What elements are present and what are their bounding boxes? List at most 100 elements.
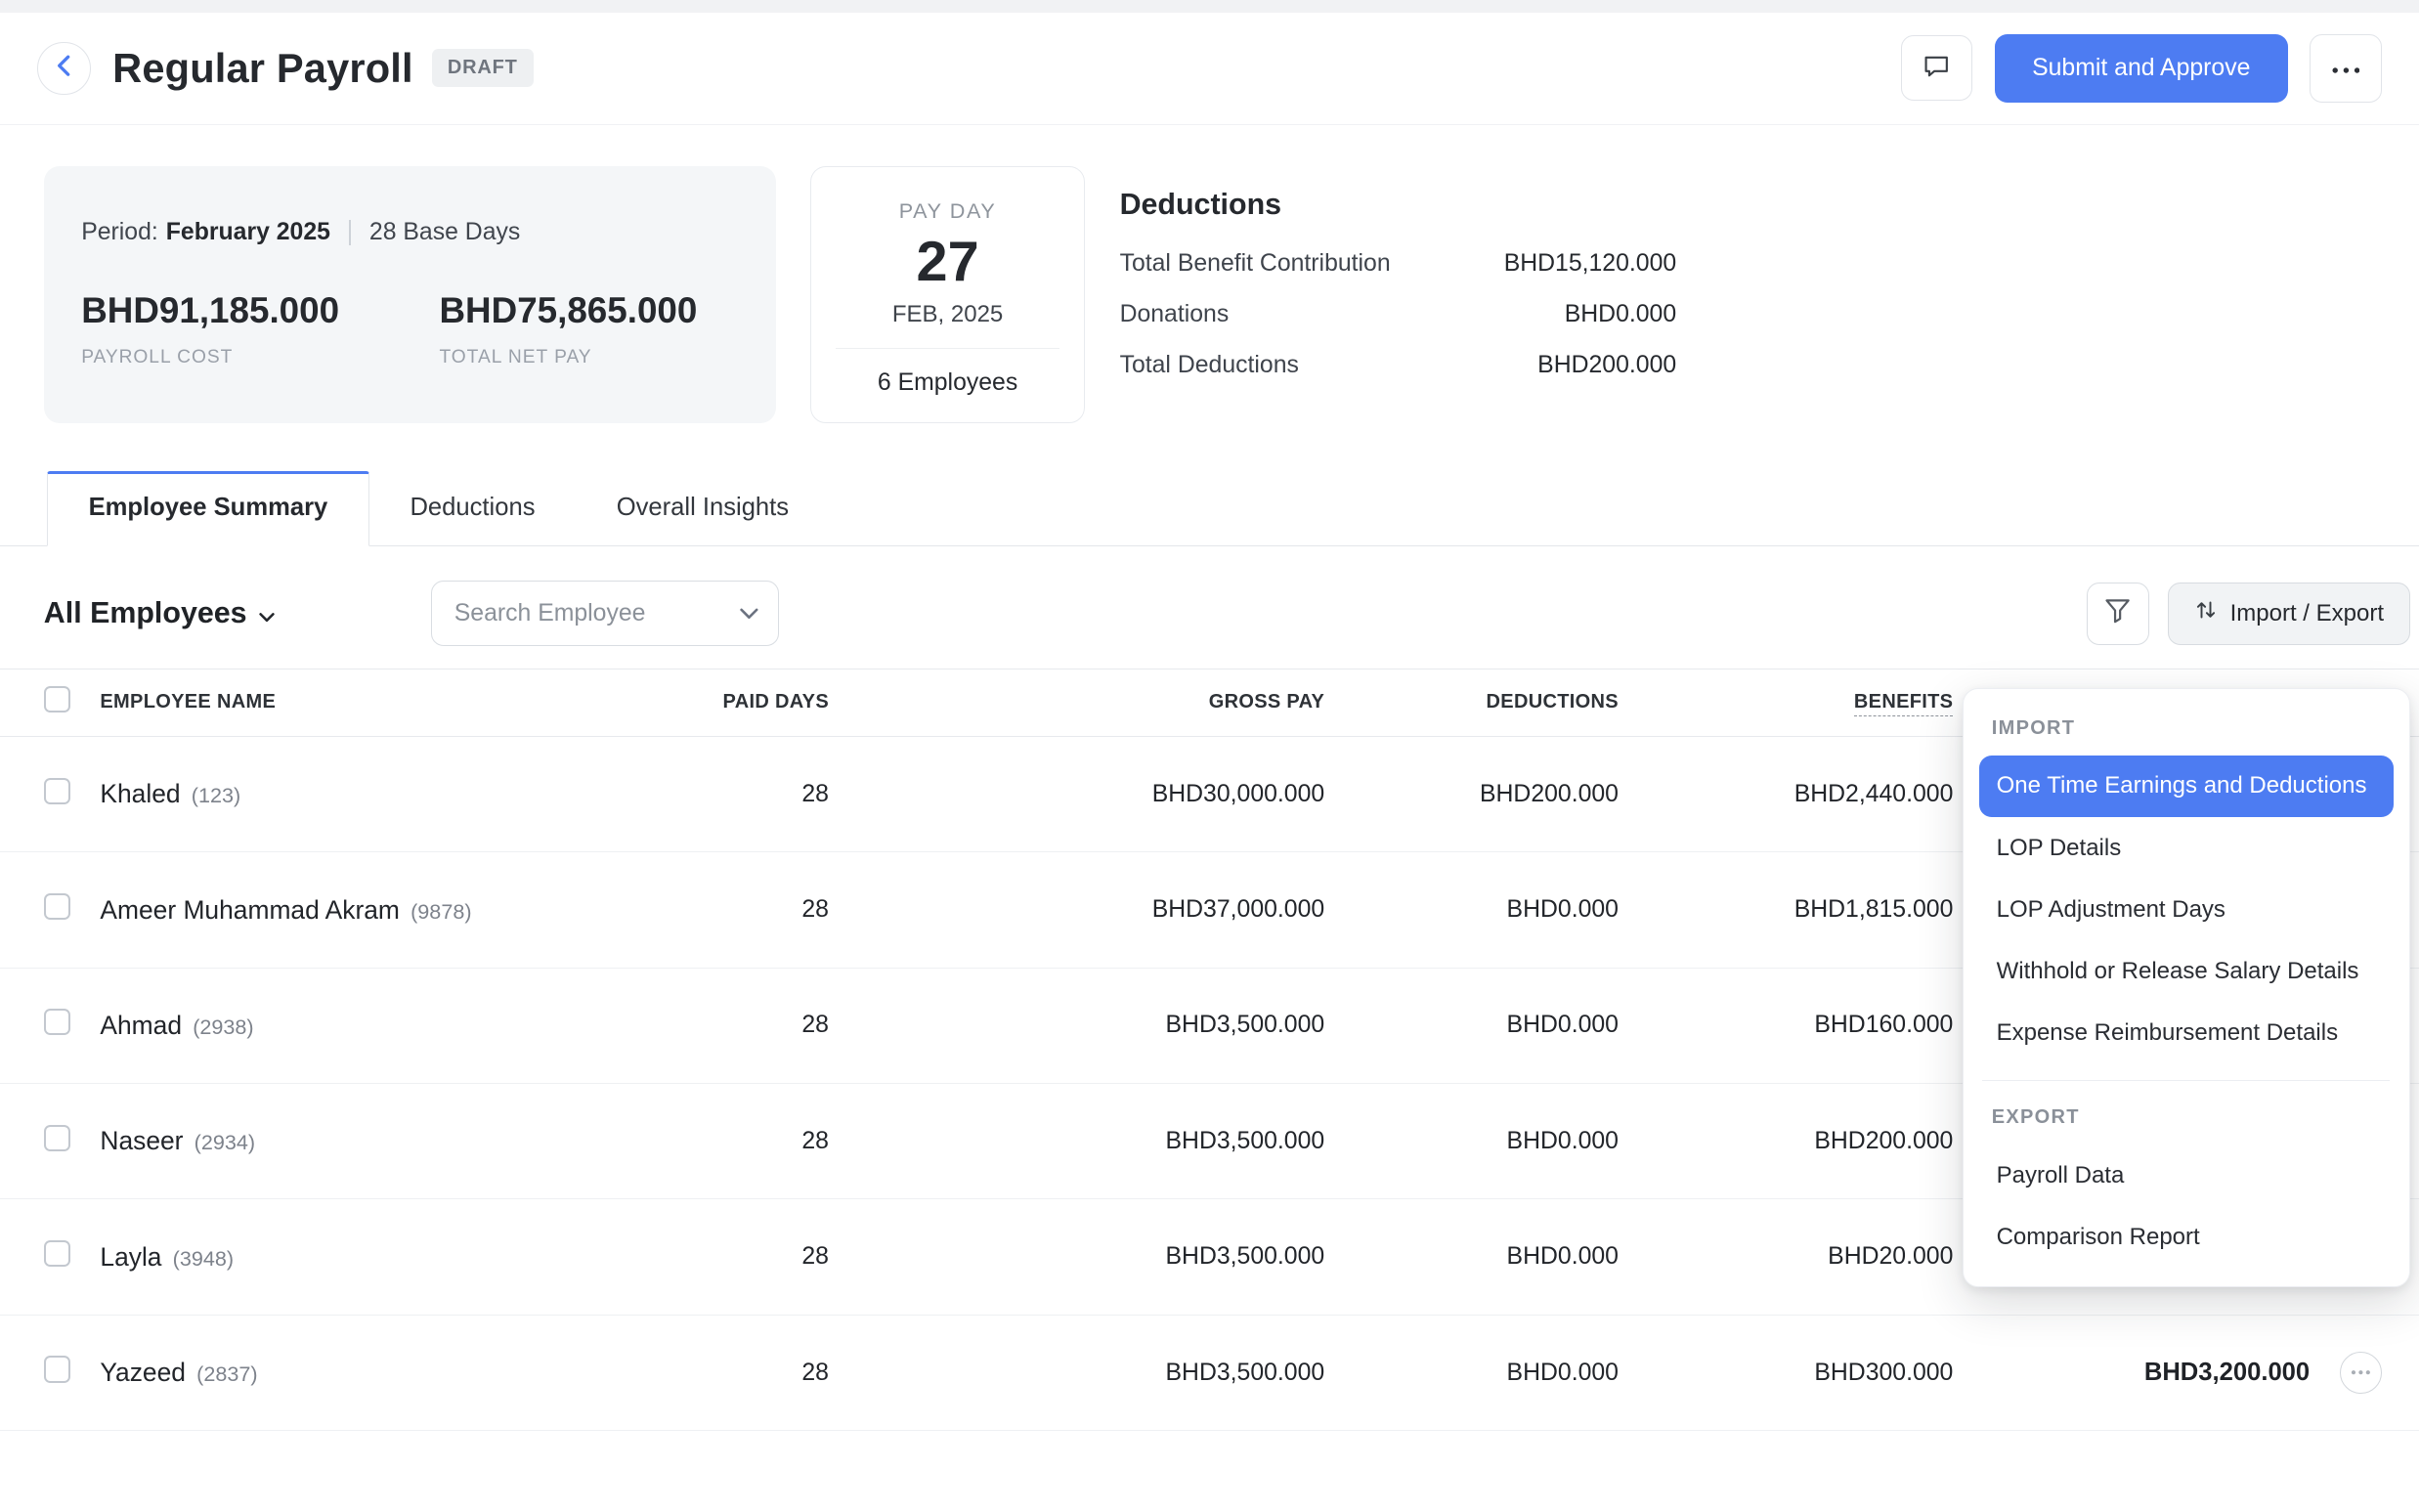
import-export-button[interactable]: Import / Export [2168,583,2409,645]
chevron-left-icon [57,55,70,82]
employee-name-cell[interactable]: Ahmad (2938) [100,1011,616,1041]
employee-filter-label: All Employees [44,596,247,630]
employee-id: (2938) [193,1015,253,1040]
benefits-cell: BHD20.000 [1619,1243,1953,1271]
back-button[interactable] [37,42,90,95]
deductions-cell: BHD0.000 [1324,896,1619,924]
benefits-cell: BHD160.000 [1619,1012,1953,1039]
total-benefit-contribution-value: BHD15,120.000 [1504,250,1676,278]
employee-name-cell[interactable]: Layla(3948) [100,1242,616,1273]
pay-day-card: PAY DAY 27 FEB, 2025 6 Employees [810,166,1086,423]
import-export-label: Import / Export [2230,600,2384,627]
paid-days-cell: 28 [616,781,829,808]
status-badge: DRAFT [432,49,534,87]
period-label: Period: [81,219,158,245]
donations-label: Donations [1120,301,1230,328]
row-checkbox[interactable] [44,1125,70,1151]
deductions-cell: BHD0.000 [1324,1360,1619,1387]
employee-filter-dropdown[interactable]: All Employees [44,596,276,630]
filter-button[interactable] [2087,583,2149,645]
row-checkbox[interactable] [44,778,70,804]
menu-item-withhold-release-salary[interactable]: Withhold or Release Salary Details [1979,940,2394,1002]
import-export-menu: IMPORT One Time Earnings and Deductions … [1963,688,2410,1287]
employee-id: (2837) [196,1361,257,1387]
header-benefits: BENEFITS [1619,691,1953,713]
gross-pay-cell: BHD37,000.000 [829,896,1324,924]
menu-item-lop-details[interactable]: LOP Details [1979,817,2394,879]
paid-days-cell: 28 [616,1360,829,1387]
menu-item-lop-adjustment-days[interactable]: LOP Adjustment Days [1979,879,2394,940]
employee-name: Khaled [100,779,180,809]
paid-days-cell: 28 [616,1012,829,1039]
period-line: Period:February 2025 28 Base Days [81,219,738,246]
employee-name: Ameer Muhammad Akram [100,895,400,926]
checkbox-cell [44,893,101,927]
tab-deductions[interactable]: Deductions [369,470,576,545]
deductions-cell: BHD0.000 [1324,1128,1619,1155]
total-deductions-label: Total Deductions [1120,352,1299,379]
row-checkbox[interactable] [44,893,70,920]
benefits-cell: BHD200.000 [1619,1128,1953,1155]
deductions-cell: BHD0.000 [1324,1012,1619,1039]
deductions-cell: BHD200.000 [1324,781,1619,808]
comment-icon [1922,51,1951,86]
chevron-down-icon [739,599,759,627]
submit-and-approve-button[interactable]: Submit and Approve [1995,34,2288,103]
net-pay-cell: BHD3,200.000 [1953,1359,2310,1387]
table-toolbar: All Employees Import / Export [0,546,2419,669]
comment-button[interactable] [1901,35,1973,101]
checkbox-cell [44,1240,101,1274]
tab-employee-summary[interactable]: Employee Summary [47,471,369,547]
employee-name-cell[interactable]: Yazeed(2837) [100,1358,616,1388]
export-section-label: EXPORT [1979,1097,2394,1145]
employee-count: 6 Employees [811,369,1085,397]
total-net-pay-value: BHD75,865.000 [439,290,697,331]
pay-day-label: PAY DAY [811,198,1085,224]
gross-pay-cell: BHD30,000.000 [829,781,1324,808]
menu-item-one-time-earnings[interactable]: One Time Earnings and Deductions [1979,756,2394,817]
funnel-icon [2104,597,2131,629]
import-section-label: IMPORT [1979,708,2394,756]
header-checkbox-cell [44,686,101,718]
deductions-summary-panel: Deductions Total Benefit Contribution BH… [1120,166,1677,423]
row-checkbox[interactable] [44,1356,70,1382]
top-bar: Regular Payroll DRAFT Submit and Approve [0,13,2419,125]
checkbox-cell [44,1125,101,1158]
checkbox-cell [44,778,101,811]
tab-overall-insights[interactable]: Overall Insights [576,470,830,545]
benefits-header-label[interactable]: BENEFITS [1854,691,1953,716]
employee-name: Ahmad [100,1011,182,1041]
employee-name-cell[interactable]: Naseer(2934) [100,1126,616,1156]
gross-pay-cell: BHD3,500.000 [829,1243,1324,1271]
header-deductions: DEDUCTIONS [1324,691,1619,713]
employee-id: (123) [192,783,240,808]
pay-day-divider [836,348,1059,349]
import-export-arrows-icon [2194,598,2218,628]
actions-cell [2310,1352,2382,1394]
vertical-separator [349,220,351,245]
table-row[interactable]: Yazeed(2837) 28 BHD3,500.000 BHD0.000 BH… [0,1316,2419,1431]
pay-day-number: 27 [811,230,1085,294]
paid-days-cell: 28 [616,896,829,924]
employee-name-cell[interactable]: Ameer Muhammad Akram(9878) [100,895,616,926]
header-gross-pay: GROSS PAY [829,691,1324,713]
paid-days-cell: 28 [616,1128,829,1155]
row-checkbox[interactable] [44,1240,70,1267]
menu-item-comparison-report[interactable]: Comparison Report [1979,1206,2394,1268]
gross-pay-cell: BHD3,500.000 [829,1360,1324,1387]
search-employee-select[interactable] [431,581,778,646]
more-options-button[interactable] [2310,34,2382,103]
employee-name-cell[interactable]: Khaled (123) [100,779,616,809]
row-more-button[interactable] [2340,1352,2382,1394]
header-paid-days: PAID DAYS [616,691,829,713]
total-benefit-contribution-label[interactable]: Total Benefit Contribution [1120,250,1391,278]
header-employee-name: EMPLOYEE NAME [100,691,616,713]
search-employee-input[interactable] [454,600,739,627]
base-days: 28 Base Days [369,219,520,246]
menu-divider [1982,1080,2390,1082]
paid-days-cell: 28 [616,1243,829,1271]
menu-item-payroll-data[interactable]: Payroll Data [1979,1145,2394,1206]
menu-item-expense-reimbursement[interactable]: Expense Reimbursement Details [1979,1003,2394,1064]
select-all-checkbox[interactable] [44,686,70,713]
row-checkbox[interactable] [44,1009,70,1035]
